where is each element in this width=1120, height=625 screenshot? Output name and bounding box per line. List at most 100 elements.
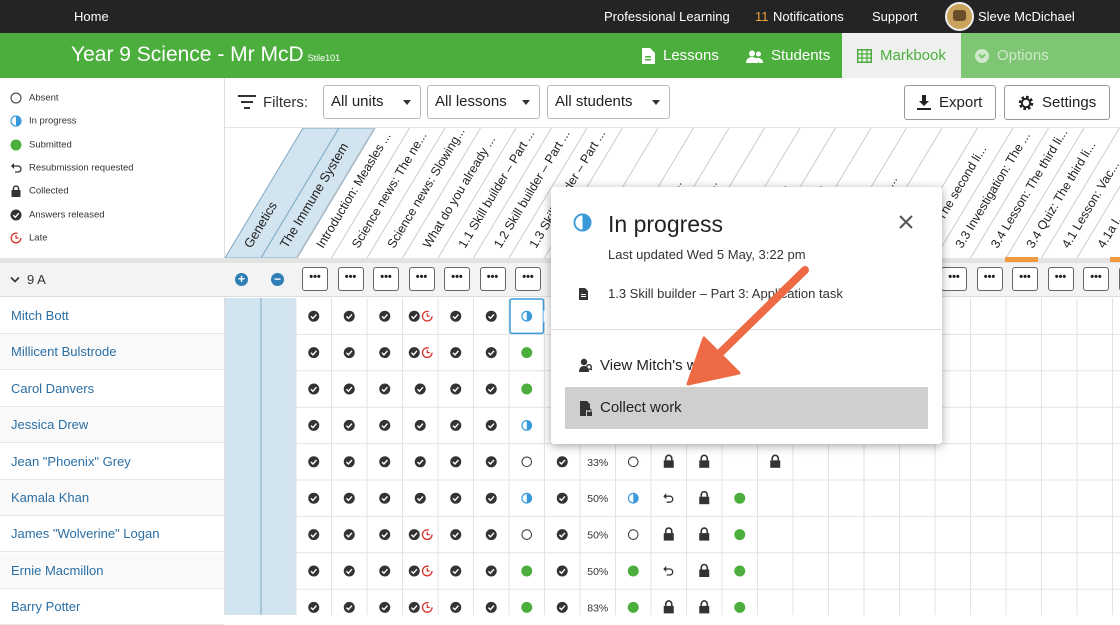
settings-button[interactable]: Settings [1004, 85, 1110, 120]
column-options-button[interactable]: ••• [373, 267, 399, 291]
late-icon [422, 311, 432, 321]
student-name[interactable]: Kamala Khan [0, 480, 224, 516]
student-name[interactable]: Ernie Macmillon [0, 553, 224, 589]
students-select-value: All students [555, 93, 633, 110]
resubmission-icon [663, 566, 673, 575]
chevron-down-icon [652, 100, 660, 105]
export-button[interactable]: Export [904, 85, 996, 120]
answers-released-icon [308, 311, 319, 322]
answers-released-icon [486, 602, 497, 613]
answers-released-icon [415, 384, 426, 395]
student-name[interactable]: Millicent Bulstrode [0, 334, 224, 370]
answers-released-icon [344, 493, 355, 504]
lessons-select-value: All lessons [435, 93, 507, 110]
column-options-button[interactable]: ••• [338, 267, 364, 291]
chevron-down-icon [403, 100, 411, 105]
column-options-button[interactable]: ••• [444, 267, 470, 291]
legend-label: Submitted [29, 139, 72, 150]
lock-icon [699, 455, 709, 468]
students-select[interactable]: All students [547, 85, 670, 119]
answers-released-icon [379, 420, 390, 431]
column-options-button[interactable]: ••• [1048, 267, 1074, 291]
support-link[interactable]: Support [872, 9, 918, 24]
document-icon [641, 48, 655, 64]
collapse-icon[interactable]: − [271, 273, 284, 286]
document-icon [579, 288, 588, 300]
column-options-button[interactable]: ••• [977, 267, 1003, 291]
score-value: 33% [587, 457, 608, 469]
student-name[interactable]: Jessica Drew [0, 407, 224, 443]
legend-item: In progress [10, 115, 77, 127]
answers-released-icon [344, 384, 355, 395]
absent-icon [10, 92, 22, 104]
column-options-button[interactable]: ••• [302, 267, 328, 291]
notification-count[interactable]: 11 [755, 9, 769, 24]
answers-released-icon [450, 566, 461, 577]
legend-label: Absent [29, 93, 59, 104]
student-name[interactable]: Carol Danvers [0, 371, 224, 407]
tab-lessons[interactable]: Lessons [633, 33, 735, 78]
lessons-select[interactable]: All lessons [427, 85, 540, 119]
in-progress-icon [573, 213, 592, 232]
score-value: 50% [587, 493, 608, 505]
submitted-icon [734, 529, 745, 540]
column-options-button[interactable]: ••• [515, 267, 541, 291]
student-name[interactable]: James "Wolverine" Logan [0, 516, 224, 552]
answers-released-icon [379, 602, 390, 613]
late-icon [422, 530, 432, 540]
answers-released-icon [486, 493, 497, 504]
answers-released-icon [308, 602, 319, 613]
column-options-button[interactable]: ••• [409, 267, 435, 291]
student-name[interactable]: Mitch Bott [0, 298, 224, 334]
home-link[interactable]: Home [74, 9, 109, 24]
answers-released-icon [415, 420, 426, 431]
professional-learning-link[interactable]: Professional Learning [604, 9, 730, 24]
tab-markbook[interactable]: Markbook [842, 33, 961, 78]
collect-work-button[interactable]: Collect work [565, 387, 928, 429]
lock-icon [699, 565, 709, 578]
avatar[interactable] [945, 2, 974, 31]
close-icon[interactable] [899, 215, 913, 229]
chevron-down-icon [522, 100, 530, 105]
top-navigation: Home Professional Learning 11 Notificati… [0, 0, 1120, 33]
answers-released-icon [486, 347, 497, 358]
popup-last-updated: Last updated Wed 5 May, 3:22 pm [608, 247, 806, 262]
user-name[interactable]: Sleve McDichael [978, 9, 1075, 24]
chevron-down-icon[interactable] [10, 276, 20, 284]
view-work-button[interactable]: View Mitch's w [565, 345, 928, 387]
unit-column [261, 298, 296, 615]
student-name[interactable]: Barry Potter [0, 589, 224, 625]
notifications-link[interactable]: Notifications [773, 9, 844, 24]
absent-icon [628, 530, 638, 540]
answers-released-icon [486, 384, 497, 395]
lock-icon [699, 601, 709, 614]
activity-marker [1005, 257, 1038, 262]
units-select[interactable]: All units [323, 85, 421, 119]
answers-released-icon [344, 420, 355, 431]
expand-icon[interactable]: + [235, 273, 248, 286]
users-icon [746, 50, 763, 63]
answers-released-icon [379, 529, 390, 540]
activity-marker [1110, 257, 1120, 262]
answers-released-icon [450, 602, 461, 613]
legend-item: Absent [10, 92, 59, 104]
student-name[interactable]: Jean "Phoenix" Grey [0, 444, 224, 480]
answers-released-icon [486, 529, 497, 540]
answers-released-icon [409, 602, 420, 613]
collect-icon [580, 401, 592, 416]
answers-released-icon [557, 566, 568, 577]
tab-students[interactable]: Students [738, 33, 841, 78]
column-options-button[interactable]: ••• [1012, 267, 1038, 291]
column-options-button[interactable]: ••• [480, 267, 506, 291]
legend-label: In progress [29, 116, 77, 127]
column-options-button[interactable]: ••• [1083, 267, 1109, 291]
tab-options[interactable]: Options [961, 33, 1120, 78]
gear-icon [1018, 95, 1034, 111]
answers-released-icon [557, 456, 568, 467]
submitted-icon [521, 384, 532, 395]
column-options-button[interactable]: ••• [941, 267, 967, 291]
answers-released-icon [344, 347, 355, 358]
units-select-value: All units [331, 93, 384, 110]
submitted-icon [734, 602, 745, 613]
tab-lessons-label: Lessons [663, 47, 719, 64]
